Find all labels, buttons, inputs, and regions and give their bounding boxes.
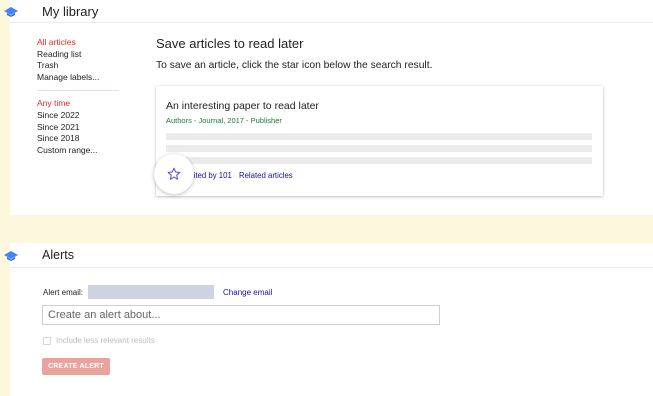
include-less-relevant-checkbox[interactable] [43, 336, 51, 345]
library-main: Save articles to read later To save an a… [156, 36, 616, 71]
sidebar-item[interactable]: Since 2018 [37, 133, 137, 145]
sidebar-item[interactable]: Custom range... [37, 145, 137, 157]
graduation-cap-icon [4, 251, 18, 261]
include-less-relevant-row: Include less relevant results [43, 336, 155, 345]
sidebar-item[interactable]: Since 2022 [37, 110, 137, 122]
library-heading: Save articles to read later [156, 36, 304, 51]
library-sidebar: All articles Reading list Trash Manage labe… [37, 37, 137, 156]
library-title: My library [42, 3, 99, 19]
cited-by-link[interactable]: Cited by 101 [188, 171, 232, 180]
sidebar-item[interactable]: Trash [37, 60, 137, 72]
graduation-cap-icon [4, 7, 18, 17]
placeholder-bar [166, 157, 592, 164]
library-header: My library [4, 0, 653, 23]
result-meta: Authors - Journal, 2017 - Publisher [166, 116, 282, 125]
placeholder-bar [166, 145, 592, 152]
library-hint: To save an article, click the star icon … [156, 60, 433, 71]
alert-email-value [88, 285, 215, 299]
change-email-link[interactable]: Change email [223, 288, 272, 297]
result-title[interactable]: An interesting paper to read later [166, 100, 319, 112]
create-alert-input[interactable] [42, 305, 440, 325]
sidebar-item[interactable]: Any time [37, 98, 137, 110]
sidebar-item[interactable]: Manage labels... [37, 72, 137, 84]
alerts-header: Alerts [4, 243, 653, 268]
include-less-relevant-label: Include less relevant results [56, 336, 155, 345]
save-star-button[interactable] [154, 154, 194, 194]
alerts-title: Alerts [42, 248, 74, 262]
alerts-card: Alerts Alert email: Change email Include… [4, 243, 653, 396]
sidebar-item[interactable]: All articles [37, 37, 137, 49]
example-result-card: An interesting paper to read later Autho… [154, 86, 603, 196]
sidebar-item[interactable]: Reading list [37, 49, 137, 61]
sidebar-divider [37, 90, 119, 92]
placeholder-bar [166, 133, 592, 140]
sidebar-item[interactable]: Since 2021 [37, 122, 137, 134]
create-alert-button[interactable]: CREATE ALERT [42, 358, 110, 375]
result-links: Cited by 101 Related articles [188, 171, 298, 180]
nav-time-group: Any time Since 2022 Since 2021 Since 2018 Cu… [37, 98, 137, 156]
alert-email-row: Alert email: Change email [43, 285, 272, 299]
library-card: My library All articles Reading list Trash… [4, 0, 653, 215]
nav-top-group: All articles Reading list Trash Manage labe… [37, 37, 137, 83]
star-outline-icon [167, 167, 181, 180]
alert-email-label: Alert email: [43, 287, 84, 297]
related-articles-link[interactable]: Related articles [239, 171, 293, 180]
